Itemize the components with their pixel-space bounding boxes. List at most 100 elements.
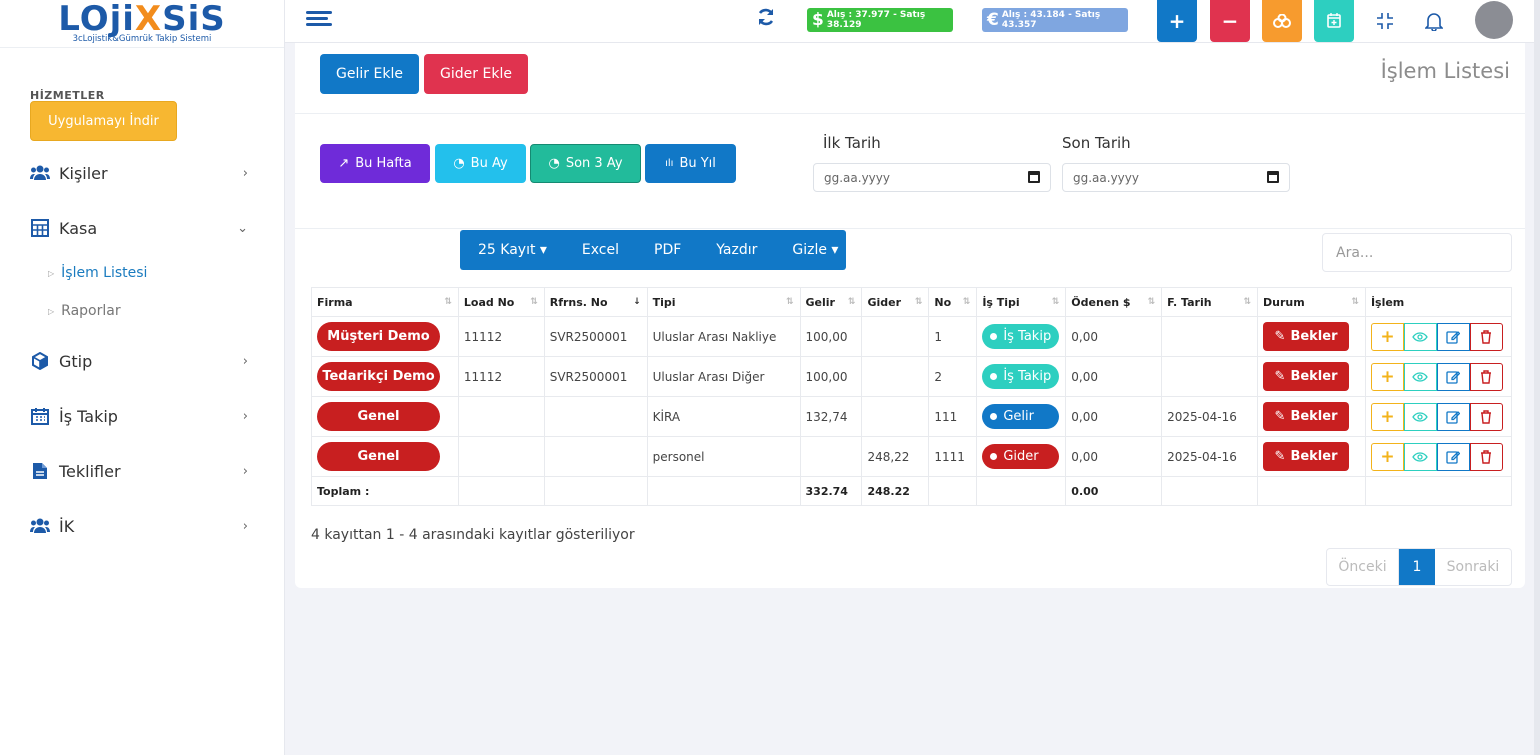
sidebar-subitem-label: Raporlar <box>61 303 121 319</box>
period-this-month-button[interactable]: ◔ Bu Ay <box>435 144 526 183</box>
period-label: Bu Hafta <box>355 156 412 171</box>
dot-icon <box>990 373 998 380</box>
search-input[interactable]: Ara... <box>1322 233 1512 272</box>
eye-icon <box>1412 451 1429 462</box>
add-button[interactable]: + <box>1157 0 1197 42</box>
refresh-icon[interactable] <box>756 7 778 29</box>
column-header-rfrns-no[interactable]: Rfrns. No ↓ <box>543 287 648 317</box>
column-header-gelir[interactable]: Gelir ⇅ <box>799 287 863 317</box>
total-row: Toplam : 332.74 248.22 0.00 <box>311 476 1513 506</box>
chevron-right-icon: › <box>242 165 248 181</box>
page-title: İşlem Listesi <box>1380 59 1510 83</box>
remove-button[interactable]: − <box>1210 0 1250 42</box>
sidebar-item-kisiler[interactable]: Kişiler › <box>30 158 255 188</box>
load-no-cell: 11112 <box>457 316 545 357</box>
column-header-is-tipi[interactable]: İş Tipi ⇅ <box>976 287 1067 317</box>
column-header-f-tarih[interactable]: F. Tarih ⇅ <box>1161 287 1259 317</box>
usd-rate-text: Alış : 37.977 - Satış 38.129 <box>826 10 926 30</box>
firm-badge[interactable]: Müşteri Demo <box>317 322 440 351</box>
column-header-no[interactable]: No ⇅ <box>928 287 978 317</box>
avatar[interactable] <box>1475 1 1513 39</box>
invoice-date-cell: 2025-04-16 <box>1161 436 1259 477</box>
menu-toggle-icon[interactable] <box>306 11 332 31</box>
income-cell: 100,00 <box>799 356 863 397</box>
pdf-button[interactable]: PDF <box>619 242 681 258</box>
coins-button[interactable] <box>1262 0 1302 42</box>
logo[interactable]: LOjiXSiS 3cLojistik&Gümrük Takip Sistemi <box>0 0 284 48</box>
sidebar-item-gtip[interactable]: Gtip › <box>30 346 255 376</box>
sidebar-item-is-takip[interactable]: İş Takip › <box>30 401 255 431</box>
add-action-button[interactable]: + <box>1370 322 1404 351</box>
edit-action-button[interactable] <box>1436 362 1470 391</box>
view-action-button[interactable] <box>1403 442 1437 471</box>
calendar-button[interactable] <box>1314 0 1354 42</box>
column-visibility-dropdown[interactable]: Gizle ▾ <box>757 242 838 258</box>
status-label: Bekler <box>1290 369 1338 384</box>
sidebar-item-teklifler[interactable]: Teklifler › <box>30 456 255 486</box>
sidebar-subitem-raporlar[interactable]: ▷ Raporlar <box>48 303 121 319</box>
print-button[interactable]: Yazdır <box>681 242 757 258</box>
status-button[interactable]: ✎ Bekler <box>1263 362 1350 391</box>
delete-action-button[interactable] <box>1469 402 1503 431</box>
end-date-input[interactable]: gg.aa.yyyy <box>1062 163 1290 192</box>
edit-action-button[interactable] <box>1436 442 1470 471</box>
total-label: Toplam : <box>311 476 459 506</box>
sidebar-item-kasa[interactable]: Kasa ⌄ <box>30 213 255 243</box>
fullscreen-exit-icon[interactable] <box>1372 8 1398 34</box>
excel-button[interactable]: Excel <box>547 242 619 258</box>
period-last-3-months-button[interactable]: ◔ Son 3 Ay <box>530 144 641 183</box>
page-1-button[interactable]: 1 <box>1399 549 1435 585</box>
add-action-button[interactable]: + <box>1370 402 1404 431</box>
previous-page-button[interactable]: Önceki <box>1327 549 1399 585</box>
expense-cell <box>861 356 930 397</box>
firm-badge[interactable]: Genel <box>317 402 440 431</box>
bell-icon[interactable] <box>1421 8 1447 34</box>
start-date-input[interactable]: gg.aa.yyyy <box>813 163 1051 192</box>
header-label: İşlem <box>1370 295 1405 309</box>
type-cell: personel <box>646 436 801 477</box>
view-action-button[interactable] <box>1403 402 1437 431</box>
column-header-durum[interactable]: Durum ⇅ <box>1257 287 1366 317</box>
calendar-icon[interactable] <box>1267 171 1279 183</box>
chevron-down-icon: ⌄ <box>237 220 248 236</box>
add-action-button[interactable]: + <box>1370 442 1404 471</box>
column-header-tipi[interactable]: Tipi ⇅ <box>646 287 801 317</box>
sidebar-item-ik[interactable]: İK › <box>30 511 255 541</box>
plus-icon: + <box>1380 406 1395 427</box>
add-expense-button[interactable]: Gider Ekle <box>424 54 528 94</box>
page-length-dropdown[interactable]: 25 Kayıt ▾ <box>460 242 547 258</box>
status-button[interactable]: ✎ Bekler <box>1263 402 1350 431</box>
reference-no-cell <box>543 436 648 477</box>
add-income-button[interactable]: Gelir Ekle <box>320 54 419 94</box>
pie-icon: ◔ <box>548 156 560 171</box>
view-action-button[interactable] <box>1403 322 1437 351</box>
edit-action-button[interactable] <box>1436 322 1470 351</box>
edit-action-button[interactable] <box>1436 402 1470 431</box>
edit-icon <box>1446 330 1461 344</box>
load-no-cell <box>457 436 545 477</box>
column-header-odenen[interactable]: Ödenen $ ⇅ <box>1065 287 1163 317</box>
header-label: Durum <box>1263 295 1305 309</box>
calendar-icon[interactable] <box>1028 171 1040 183</box>
next-page-button[interactable]: Sonraki <box>1435 549 1511 585</box>
column-header-firma[interactable]: Firma ⇅ <box>311 287 459 317</box>
table-header-row: Firma ⇅ Load No ⇅ Rfrns. No ↓ Tipi ⇅ Gelir ⇅ … <box>311 287 1513 317</box>
status-button[interactable]: ✎ Bekler <box>1263 442 1350 471</box>
delete-action-button[interactable] <box>1469 442 1503 471</box>
delete-action-button[interactable] <box>1469 362 1503 391</box>
status-button[interactable]: ✎ Bekler <box>1263 322 1350 351</box>
add-action-button[interactable]: + <box>1370 362 1404 391</box>
scrollbar[interactable] <box>1534 0 1540 755</box>
delete-action-button[interactable] <box>1469 322 1503 351</box>
download-app-button[interactable]: Uygulamayı İndir <box>30 101 177 141</box>
sidebar-item-label: İş Takip <box>59 406 118 426</box>
firm-badge[interactable]: Tedarikçi Demo <box>317 362 440 391</box>
column-header-gider[interactable]: Gider ⇅ <box>861 287 930 317</box>
no-cell: 1 <box>928 316 978 357</box>
period-this-year-button[interactable]: ılı Bu Yıl <box>645 144 736 183</box>
firm-badge[interactable]: Genel <box>317 442 440 471</box>
view-action-button[interactable] <box>1403 362 1437 391</box>
sidebar-subitem-islem-listesi[interactable]: ▷ İşlem Listesi <box>48 265 147 281</box>
column-header-load-no[interactable]: Load No ⇅ <box>457 287 545 317</box>
period-this-week-button[interactable]: ↗ Bu Hafta <box>320 144 430 183</box>
